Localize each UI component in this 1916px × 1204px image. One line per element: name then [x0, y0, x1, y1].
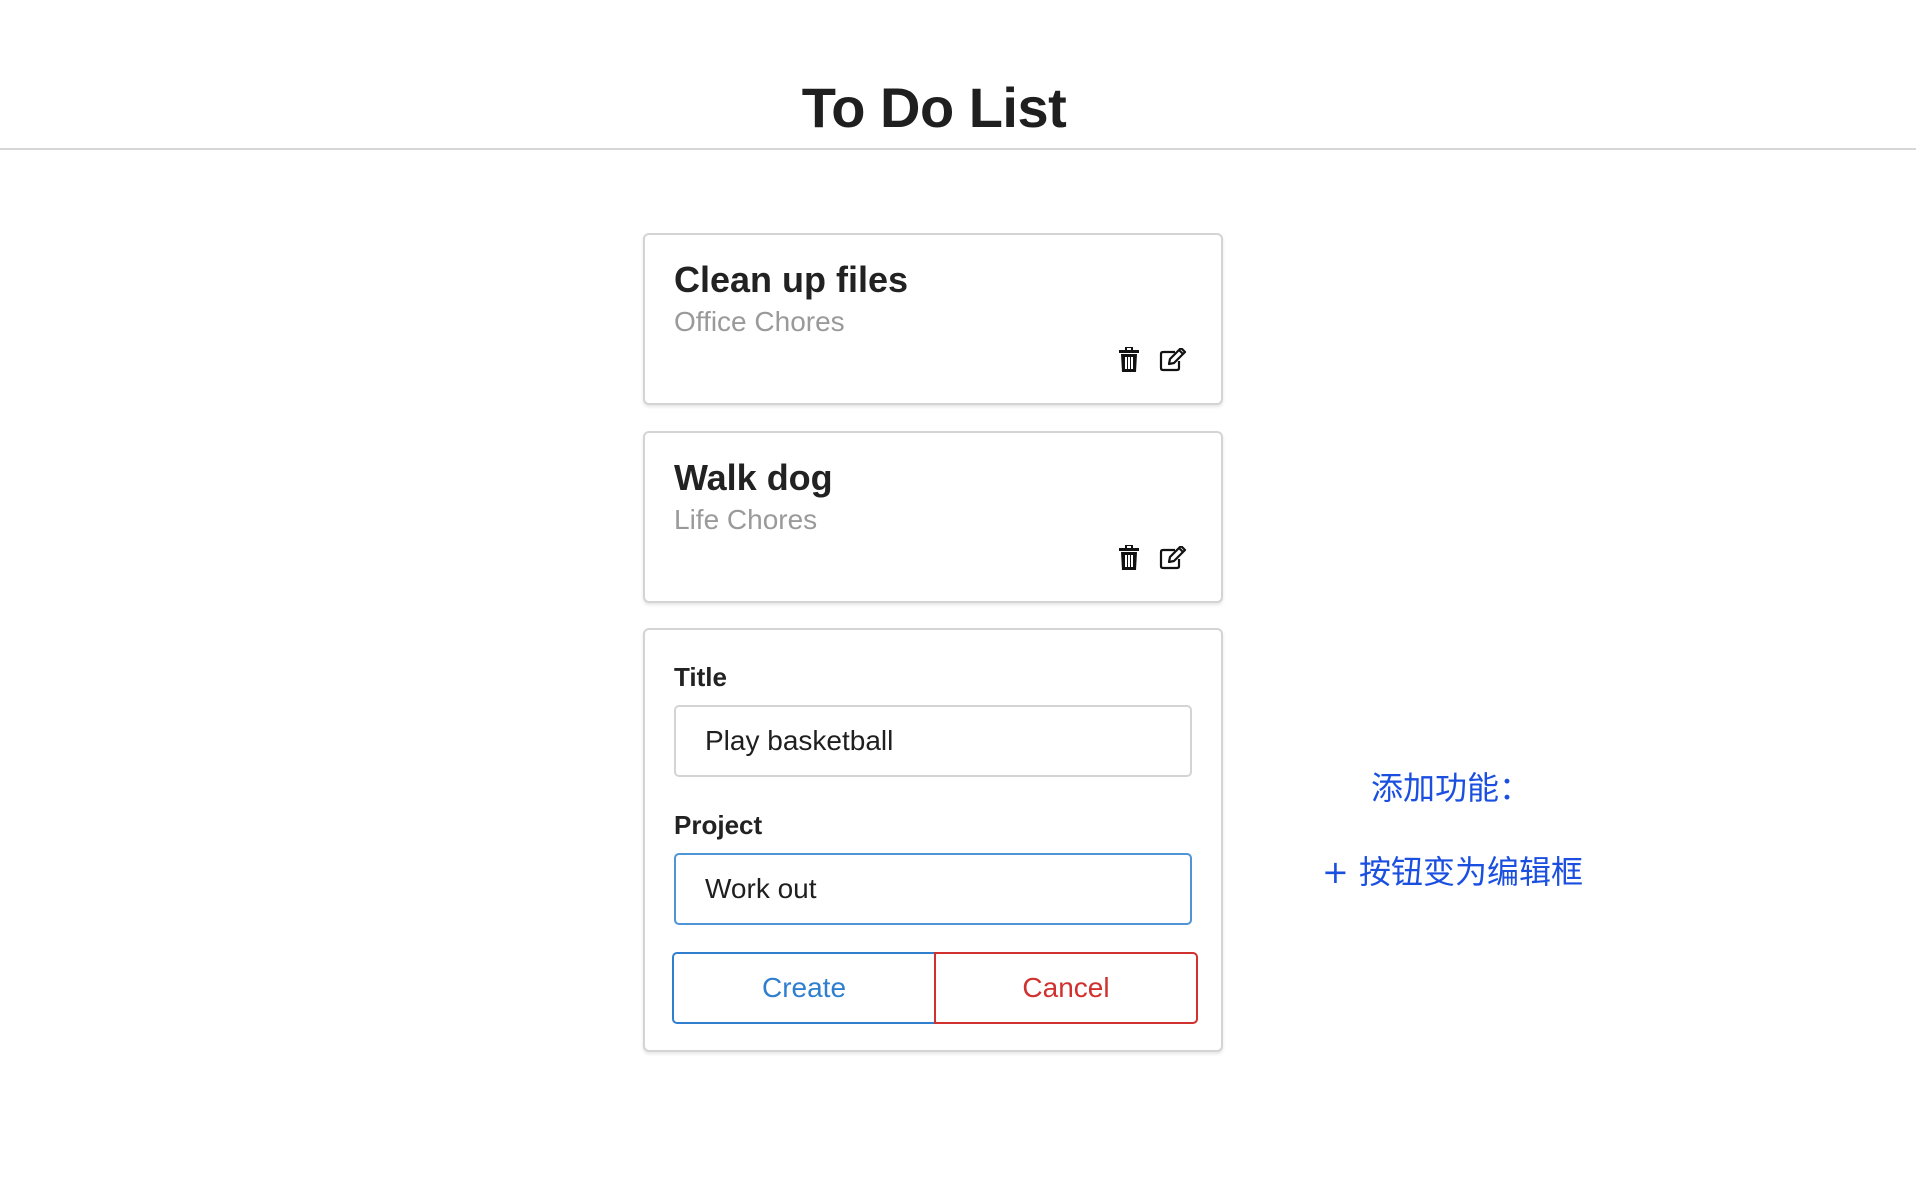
todo-project: Life Chores: [674, 504, 818, 535]
todo-card: Walk dog Life Chores: [643, 431, 1223, 603]
form-buttons: Create Cancel: [672, 952, 1198, 1024]
cancel-button[interactable]: Cancel: [934, 952, 1198, 1024]
title-label: Title: [674, 662, 727, 692]
edit-icon: [1159, 546, 1187, 570]
todo-actions: [1115, 345, 1187, 375]
todo-actions: [1115, 543, 1187, 573]
delete-button[interactable]: [1115, 544, 1143, 572]
annotation-feature-label: 添加功能：: [1371, 769, 1532, 807]
project-label: Project: [674, 810, 763, 840]
annotation-feature-note: + 按钮变为编辑框: [1322, 853, 1583, 891]
todo-title: Walk dog: [674, 457, 833, 498]
todo-title: Clean up files: [674, 259, 909, 300]
delete-button[interactable]: [1115, 346, 1143, 374]
create-todo-form: Title Project Create Cancel: [643, 628, 1223, 1052]
edit-button[interactable]: [1159, 544, 1187, 572]
project-input[interactable]: [674, 853, 1192, 925]
todo-card: Clean up files Office Chores: [643, 233, 1223, 405]
page-header: To Do List: [0, 0, 1916, 150]
trash-icon: [1119, 545, 1139, 570]
edit-icon: [1159, 348, 1187, 372]
title-input[interactable]: [674, 705, 1192, 777]
trash-icon: [1119, 347, 1139, 372]
edit-button[interactable]: [1159, 346, 1187, 374]
create-button[interactable]: Create: [672, 952, 936, 1024]
page-title: To Do List: [801, 76, 1067, 139]
todo-project: Office Chores: [674, 306, 845, 337]
